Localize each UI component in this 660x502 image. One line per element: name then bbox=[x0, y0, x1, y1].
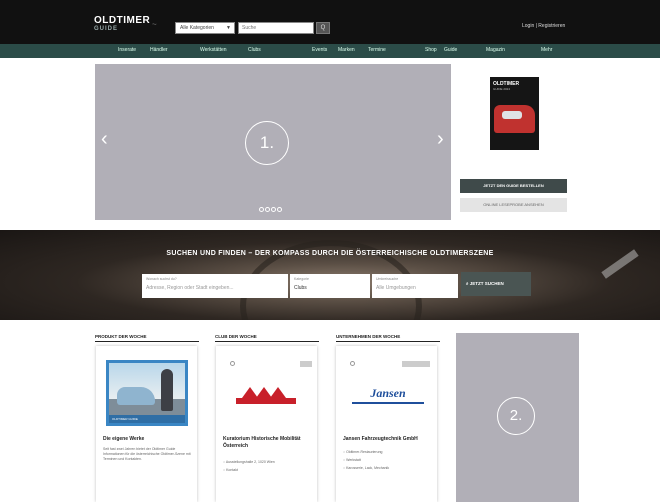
company-card[interactable]: Jansen Jansen Fahrzeugtechnik GmbH Oldti… bbox=[336, 346, 437, 502]
location-pin-icon bbox=[230, 361, 235, 366]
radius-label: Umkreissuche bbox=[376, 277, 399, 281]
nav-item[interactable]: Shop bbox=[425, 47, 437, 53]
slider-next-button[interactable]: › bbox=[437, 129, 444, 149]
slider-dot[interactable] bbox=[259, 207, 264, 212]
club-bullet: Kontakt bbox=[223, 468, 238, 472]
category-select[interactable]: Alle Kategorien ▼ bbox=[175, 22, 235, 34]
slider-dot[interactable] bbox=[271, 207, 276, 212]
login-link[interactable]: Login | Registrieren bbox=[522, 23, 565, 29]
logo-underline bbox=[352, 402, 424, 404]
company-title[interactable]: Jansen Fahrzeugtechnik GmbH bbox=[343, 436, 433, 443]
badge-icon bbox=[402, 361, 430, 367]
nav-item[interactable]: Magazin bbox=[486, 47, 505, 53]
search-submit-label: JETZT SUCHEN bbox=[469, 281, 504, 286]
search-submit-button[interactable]: ⌕ JETZT SUCHEN bbox=[461, 272, 531, 296]
logo-mark: ~ bbox=[152, 20, 157, 29]
category-select-value: Alle Kategorien bbox=[180, 25, 214, 31]
main-nav: Inserate Händler Werkstätten Clubs Event… bbox=[0, 44, 660, 58]
location-placeholder: Adresse, Region oder Stadt eingeben... bbox=[146, 285, 234, 291]
cover-car-image bbox=[494, 105, 535, 133]
category-label: Kategorie bbox=[294, 277, 309, 281]
order-guide-button[interactable]: JETZT DEN GUIDE BESTELLEN bbox=[460, 179, 567, 193]
club-title[interactable]: Kuratorium Historische Mobilität Österre… bbox=[223, 436, 313, 450]
radius-field[interactable]: Umkreissuche Alle Umgebungen bbox=[372, 274, 458, 298]
product-title[interactable]: Die eigene Werke bbox=[103, 436, 193, 443]
company-bullet: Karosserie, Lack, Mechanik bbox=[343, 466, 389, 470]
logo-main: OLDTIMER bbox=[94, 15, 151, 26]
cover-subtitle: GUIDE 2024 bbox=[493, 87, 511, 91]
site-logo[interactable]: OLDTIMER GUIDE bbox=[94, 16, 150, 33]
nav-item[interactable]: Termine bbox=[368, 47, 386, 53]
location-label: Wonach suchst du? bbox=[146, 277, 177, 281]
product-card[interactable]: OLDTIMER GUIDE Die eigene Werke Seit fas… bbox=[96, 346, 197, 502]
club-section-title: CLUB DER WOCHE bbox=[215, 334, 319, 342]
top-bar: OLDTIMER GUIDE ~ Alle Kategorien ▼ Q Log… bbox=[0, 0, 660, 44]
product-image: OLDTIMER GUIDE bbox=[106, 360, 188, 426]
slider-dot[interactable] bbox=[277, 207, 282, 212]
hero-slider[interactable]: ‹ 1. › bbox=[95, 64, 451, 220]
product-section-title: PRODUKT DER WOCHE bbox=[95, 334, 199, 342]
club-logo bbox=[236, 384, 296, 404]
search-input[interactable] bbox=[238, 22, 314, 34]
mountain-icon bbox=[270, 387, 286, 398]
company-section-title: UNTERNEHMEN DER WOCHE bbox=[336, 334, 440, 342]
magazine-cover[interactable]: OLDTIMER GUIDE 2024 bbox=[490, 77, 539, 150]
nav-item[interactable]: Werkstätten bbox=[200, 47, 227, 53]
ad-marker: 2. bbox=[497, 397, 535, 435]
company-logo: Jansen bbox=[370, 386, 406, 400]
nav-item[interactable]: Guide bbox=[444, 47, 457, 53]
product-banner: OLDTIMER GUIDE bbox=[109, 415, 185, 423]
chevron-down-icon: ▼ bbox=[226, 25, 231, 31]
nav-item[interactable]: Mehr bbox=[541, 47, 552, 53]
nav-item[interactable]: Inserate bbox=[118, 47, 136, 53]
company-bullet: Werkstatt bbox=[343, 458, 361, 462]
category-field[interactable]: Kategorie Clubs bbox=[290, 274, 370, 298]
search-band: SUCHEN UND FINDEN – DER KOMPASS DURCH DI… bbox=[0, 230, 660, 320]
company-bullet: Oldtimer-Restaurierung bbox=[343, 450, 382, 454]
slider-dot[interactable] bbox=[265, 207, 270, 212]
product-text: Seit fast zwei Jahren bietet der Oldtime… bbox=[103, 447, 191, 461]
hero-marker: 1. bbox=[245, 121, 289, 165]
logo-sub: GUIDE bbox=[94, 26, 119, 32]
club-bullet: Ausstellungshalle 2, 1020 Wien bbox=[223, 460, 275, 464]
ad-placeholder[interactable]: 2. bbox=[456, 333, 579, 502]
search-button[interactable]: Q bbox=[316, 22, 330, 34]
slider-dots bbox=[259, 207, 282, 212]
car-image bbox=[117, 387, 155, 405]
slider-prev-button[interactable]: ‹ bbox=[101, 129, 108, 149]
nav-item[interactable]: Clubs bbox=[248, 47, 261, 53]
logo-bar bbox=[236, 398, 296, 404]
nav-item[interactable]: Events bbox=[312, 47, 327, 53]
nav-item[interactable]: Händler bbox=[150, 47, 168, 53]
nav-item[interactable]: Marken bbox=[338, 47, 355, 53]
location-pin-icon bbox=[350, 361, 355, 366]
search-band-title: SUCHEN UND FINDEN – DER KOMPASS DURCH DI… bbox=[166, 250, 494, 257]
club-card[interactable]: Kuratorium Historische Mobilität Österre… bbox=[216, 346, 317, 502]
badge-icon bbox=[300, 361, 312, 367]
category-value: Clubs bbox=[294, 285, 307, 291]
location-field[interactable]: Wonach suchst du? Adresse, Region oder S… bbox=[142, 274, 288, 298]
person-image bbox=[161, 369, 173, 411]
preview-guide-button[interactable]: ONLINE LESEPROBE ANSEHEN bbox=[460, 198, 567, 212]
radius-placeholder: Alle Umgebungen bbox=[376, 285, 416, 291]
